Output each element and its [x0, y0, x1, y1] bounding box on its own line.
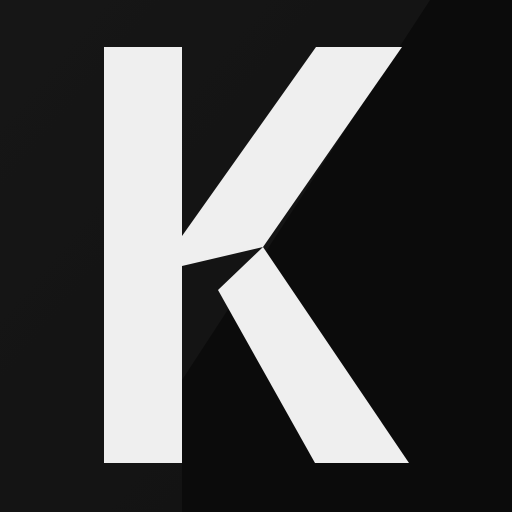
- app-icon: [0, 0, 512, 512]
- k-letter-logo-icon: [0, 0, 512, 512]
- k-stem: [104, 47, 182, 463]
